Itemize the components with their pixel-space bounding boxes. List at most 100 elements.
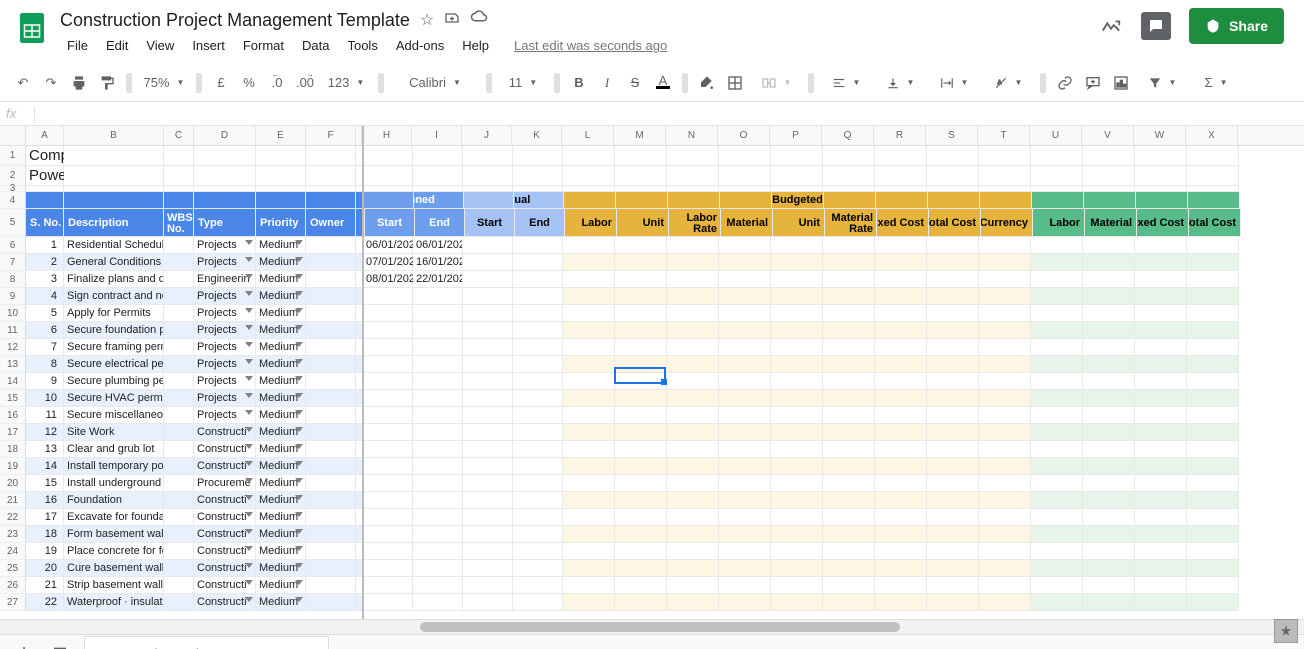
cell[interactable] bbox=[875, 560, 927, 577]
cell[interactable] bbox=[823, 288, 875, 305]
cell[interactable] bbox=[1083, 373, 1135, 390]
header-cell[interactable]: Currency bbox=[981, 209, 1033, 237]
cell[interactable] bbox=[164, 254, 194, 271]
cell[interactable] bbox=[979, 146, 1031, 166]
cell[interactable] bbox=[771, 492, 823, 509]
cell[interactable] bbox=[771, 271, 823, 288]
cell[interactable] bbox=[1031, 339, 1083, 356]
cell[interactable]: Projects bbox=[194, 390, 256, 407]
cell[interactable] bbox=[927, 146, 979, 166]
cell[interactable] bbox=[563, 146, 615, 166]
cell[interactable] bbox=[564, 192, 616, 209]
cell[interactable] bbox=[1135, 322, 1187, 339]
cell[interactable]: Medium bbox=[256, 526, 306, 543]
cell[interactable] bbox=[306, 356, 356, 373]
cell[interactable] bbox=[463, 254, 513, 271]
cell[interactable] bbox=[667, 407, 719, 424]
cell[interactable] bbox=[1083, 322, 1135, 339]
cell[interactable] bbox=[306, 424, 356, 441]
cell[interactable] bbox=[563, 543, 615, 560]
cell[interactable] bbox=[771, 356, 823, 373]
cell[interactable] bbox=[1031, 475, 1083, 492]
dropdown-icon[interactable] bbox=[245, 512, 253, 517]
header-cell[interactable]: LaborRate bbox=[669, 209, 721, 237]
cell[interactable] bbox=[875, 305, 927, 322]
cell[interactable] bbox=[1031, 271, 1083, 288]
row-header[interactable]: 18 bbox=[0, 441, 26, 458]
cell[interactable] bbox=[363, 492, 413, 509]
row-header[interactable]: 25 bbox=[0, 560, 26, 577]
menu-help[interactable]: Help bbox=[455, 34, 496, 57]
col-I[interactable]: I bbox=[412, 126, 462, 145]
cell[interactable] bbox=[1135, 356, 1187, 373]
cell[interactable] bbox=[667, 390, 719, 407]
cell[interactable] bbox=[615, 492, 667, 509]
cell[interactable] bbox=[719, 407, 771, 424]
cell[interactable] bbox=[1187, 322, 1239, 339]
cell[interactable]: Medium bbox=[256, 339, 306, 356]
cell[interactable] bbox=[306, 441, 356, 458]
cell[interactable] bbox=[719, 458, 771, 475]
row-header[interactable]: 4 bbox=[0, 192, 26, 209]
dropdown-icon[interactable] bbox=[295, 291, 303, 296]
cell[interactable]: Strip basement wall fo bbox=[64, 577, 164, 594]
valign-button[interactable]: ▼ bbox=[874, 70, 926, 96]
row-header[interactable]: 5 bbox=[0, 209, 26, 237]
cell[interactable] bbox=[1083, 492, 1135, 509]
cell[interactable]: 16/01/2020 bbox=[413, 254, 463, 271]
cell[interactable] bbox=[615, 475, 667, 492]
horizontal-scrollbar[interactable] bbox=[0, 619, 1304, 634]
cell[interactable]: Secure electrical perm bbox=[64, 356, 164, 373]
cell[interactable] bbox=[413, 339, 463, 356]
cell[interactable] bbox=[463, 356, 513, 373]
cell[interactable] bbox=[875, 390, 927, 407]
cell[interactable]: Excavate for foundatio bbox=[64, 509, 164, 526]
cell[interactable] bbox=[1031, 577, 1083, 594]
header-cell[interactable]: WBSNo. bbox=[164, 209, 194, 237]
cell[interactable] bbox=[823, 166, 875, 186]
cell[interactable]: Constructi bbox=[194, 509, 256, 526]
cell[interactable]: 12 bbox=[26, 424, 64, 441]
cell[interactable] bbox=[1031, 441, 1083, 458]
header-cell[interactable]: MaterialRate bbox=[825, 209, 877, 237]
cell[interactable] bbox=[875, 237, 927, 254]
cell[interactable]: Projects bbox=[194, 339, 256, 356]
cell[interactable] bbox=[615, 441, 667, 458]
cell[interactable]: 11 bbox=[26, 407, 64, 424]
cell[interactable] bbox=[164, 339, 194, 356]
cell[interactable] bbox=[306, 458, 356, 475]
cell[interactable]: General Conditions bbox=[64, 254, 164, 271]
cell[interactable] bbox=[463, 322, 513, 339]
cell[interactable] bbox=[823, 577, 875, 594]
cell[interactable] bbox=[1031, 288, 1083, 305]
header-cell[interactable]: Labor bbox=[1033, 209, 1085, 237]
cell[interactable]: Projects bbox=[194, 288, 256, 305]
dropdown-icon[interactable] bbox=[245, 257, 253, 262]
cell[interactable]: Medium bbox=[256, 475, 306, 492]
cell[interactable] bbox=[1187, 458, 1239, 475]
cell[interactable] bbox=[823, 254, 875, 271]
cell[interactable] bbox=[306, 305, 356, 322]
add-sheet-icon[interactable]: + bbox=[12, 641, 36, 649]
cell[interactable] bbox=[164, 441, 194, 458]
cell[interactable] bbox=[164, 322, 194, 339]
cell[interactable] bbox=[667, 526, 719, 543]
undo-icon[interactable]: ↶ bbox=[10, 70, 36, 96]
cell[interactable] bbox=[719, 146, 771, 166]
cell[interactable] bbox=[980, 192, 1032, 209]
cell[interactable]: Projects bbox=[194, 237, 256, 254]
cell[interactable] bbox=[823, 509, 875, 526]
cell[interactable] bbox=[1187, 271, 1239, 288]
cell[interactable] bbox=[1135, 271, 1187, 288]
cell[interactable] bbox=[719, 577, 771, 594]
row-header[interactable]: 11 bbox=[0, 322, 26, 339]
cell[interactable] bbox=[1187, 237, 1239, 254]
currency-button[interactable]: £ bbox=[208, 70, 234, 96]
cell[interactable] bbox=[413, 166, 463, 186]
cell[interactable] bbox=[615, 509, 667, 526]
cell[interactable] bbox=[667, 509, 719, 526]
cell[interactable]: Cure basement walls f bbox=[64, 560, 164, 577]
cell[interactable] bbox=[513, 166, 563, 186]
cell[interactable]: 07/01/2020 bbox=[363, 254, 413, 271]
cell[interactable] bbox=[1031, 373, 1083, 390]
